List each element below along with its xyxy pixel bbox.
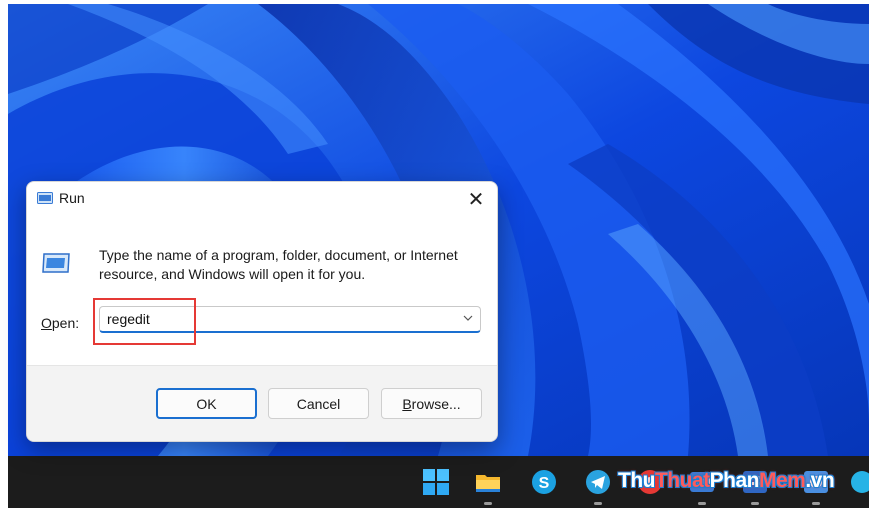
watermark-logo: ThuThuatPhanMem.vn [618, 469, 835, 492]
svg-text:S: S [539, 475, 550, 492]
skype-icon[interactable]: S [530, 468, 558, 496]
running-indicator [812, 502, 820, 505]
run-dialog: Run ✕ Type the name of a program, folder… [26, 181, 498, 442]
running-indicator [484, 502, 492, 505]
telegram-icon[interactable] [584, 468, 612, 496]
run-icon [37, 192, 53, 204]
app-icon[interactable] [848, 468, 869, 496]
running-indicator [594, 502, 602, 505]
run-program-icon [42, 253, 70, 273]
running-indicator [751, 502, 759, 505]
browse-button[interactable]: Browse... [381, 388, 482, 419]
close-button[interactable]: ✕ [459, 184, 493, 214]
open-label: Open: [41, 315, 80, 331]
button-bar: OK Cancel Browse... [27, 365, 497, 441]
annotation-highlight [93, 298, 196, 345]
windows-start-icon[interactable] [422, 468, 450, 496]
instruction-text: Type the name of a program, folder, docu… [99, 247, 458, 282]
file-explorer-icon[interactable] [474, 468, 502, 496]
cancel-button[interactable]: Cancel [268, 388, 369, 419]
taskbar: S ThuThuatPhanMem.vn [8, 456, 869, 508]
dialog-title: Run [59, 190, 85, 206]
title-bar[interactable]: Run ✕ [27, 182, 497, 214]
running-indicator [698, 502, 706, 505]
ok-button[interactable]: OK [156, 388, 257, 419]
chevron-down-icon[interactable] [462, 312, 474, 324]
